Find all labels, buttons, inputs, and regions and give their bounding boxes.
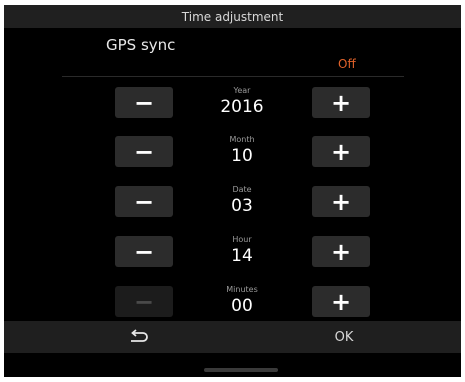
minutes-label: Minutes	[226, 285, 258, 294]
ok-button[interactable]: OK	[314, 321, 374, 353]
month-value: 10	[231, 146, 253, 166]
date-row: − Date 03 +	[4, 182, 461, 222]
minutes-row: − Minutes 00 +	[4, 282, 461, 322]
time-adjustment-screen: Time adjustment GPS sync Off − Year 2016…	[4, 5, 461, 377]
year-label: Year	[233, 86, 251, 95]
month-increase-button[interactable]: +	[312, 136, 370, 167]
back-button[interactable]	[104, 321, 174, 353]
year-value: 2016	[220, 97, 264, 117]
hour-value: 14	[231, 246, 253, 266]
month-row: − Month 10 +	[4, 132, 461, 172]
divider	[62, 76, 404, 77]
hour-increase-button[interactable]: +	[312, 236, 370, 267]
bottom-bar: OK	[4, 321, 461, 353]
hour-row: − Hour 14 +	[4, 232, 461, 272]
page-title: Time adjustment	[181, 9, 284, 24]
minutes-decrease-button: −	[115, 286, 173, 317]
date-value: 03	[231, 196, 253, 216]
minutes-value: 00	[231, 296, 253, 316]
month-decrease-button[interactable]: −	[115, 136, 173, 167]
date-label: Date	[232, 185, 252, 194]
back-arrow-icon	[131, 329, 148, 342]
date-decrease-button[interactable]: −	[115, 186, 173, 217]
home-indicator	[204, 368, 278, 372]
hour-decrease-button[interactable]: −	[115, 236, 173, 267]
month-label: Month	[229, 135, 255, 144]
year-row: − Year 2016 +	[4, 83, 461, 123]
hour-label: Hour	[232, 235, 252, 244]
date-increase-button[interactable]: +	[312, 186, 370, 217]
gps-sync-toggle-state[interactable]: Off	[338, 57, 356, 71]
gps-sync-label[interactable]: GPS sync	[106, 36, 175, 54]
year-decrease-button[interactable]: −	[115, 87, 173, 118]
title-bar: Time adjustment	[4, 5, 461, 28]
year-increase-button[interactable]: +	[312, 87, 370, 118]
minutes-increase-button[interactable]: +	[312, 286, 370, 317]
